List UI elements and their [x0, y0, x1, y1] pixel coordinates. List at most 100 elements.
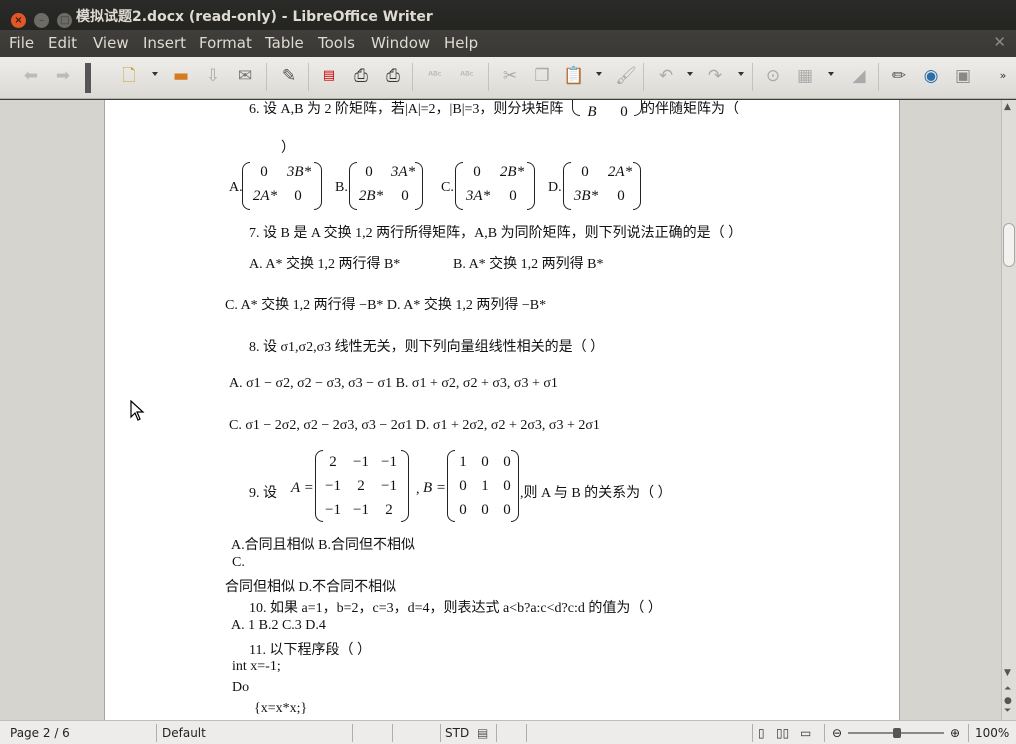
navigation-icon[interactable]: ●: [1004, 696, 1012, 706]
email-icon[interactable]: ✉: [234, 65, 256, 87]
close-document-icon[interactable]: ✕: [993, 33, 1006, 51]
q7-option-a: A. A* 交换 1,2 两行得 B*: [249, 257, 401, 272]
q9-tail: ,则 A 与 B 的关系为（ ）: [520, 486, 672, 501]
paste-dropdown-icon[interactable]: [596, 72, 602, 76]
q7-option-b: B. A* 交换 1,2 两列得 B*: [453, 257, 604, 272]
open-folder-icon[interactable]: ▬: [170, 65, 192, 87]
export-pdf-icon[interactable]: ▤: [318, 65, 340, 87]
zoom-in-icon[interactable]: ⊕: [950, 726, 960, 740]
copy-icon[interactable]: ❐: [531, 65, 553, 87]
q7-options-cd: C. A* 交换 1,2 两行得 −B* D. A* 交换 1,2 两列得 −B…: [225, 298, 547, 313]
q8-text: 8. 设 σ1,σ2,σ3 线性无关，则下列向量组线性相关的是（ ）: [249, 340, 605, 355]
document-page[interactable]: 6. 设 A,B 为 2 阶矩阵，若|A|=2，|B|=3，则分块矩阵 B 0 …: [104, 100, 900, 720]
q9-options-ab: A.合同且相似 B.合同但不相似: [231, 538, 415, 553]
code-line-1: int x=-1;: [232, 659, 281, 674]
print-icon[interactable]: ⎙: [350, 65, 372, 87]
q6-option-a-label: A.: [229, 180, 243, 195]
undo-dropdown-icon[interactable]: [687, 72, 693, 76]
q8-options-ab: A. σ1 − σ2, σ2 − σ3, σ3 − σ1 B. σ1 + σ2,…: [229, 376, 558, 391]
minimize-window-button[interactable]: –: [34, 13, 50, 28]
q9-matrix-b: 1 0 0 0 1 0 0 0 0: [447, 450, 519, 522]
q7-text: 7. 设 B 是 A 交换 1,2 两行所得矩阵，A,B 为同阶矩阵，则下列说法…: [249, 226, 743, 241]
cut-icon[interactable]: ✂: [499, 65, 521, 87]
previous-page-icon[interactable]: ⏶: [1004, 684, 1011, 694]
maximize-window-button[interactable]: □: [57, 13, 73, 28]
q9-a-symbol: A =: [291, 480, 314, 496]
redo-dropdown-icon[interactable]: [738, 72, 744, 76]
menu-format[interactable]: Format: [199, 34, 252, 52]
scrollbar-thumb[interactable]: [1003, 223, 1015, 267]
menu-insert[interactable]: Insert: [143, 34, 186, 52]
code-line-2: Do: [232, 680, 250, 695]
redo-icon[interactable]: ↷: [704, 65, 726, 87]
autospellcheck-icon[interactable]: ᴬᴮᶜ: [456, 65, 478, 87]
table-icon[interactable]: ▦: [794, 65, 816, 87]
undo-icon[interactable]: ↶: [655, 65, 677, 87]
clone-format-icon[interactable]: 🖌: [615, 65, 637, 87]
zoom-slider-knob[interactable]: [893, 728, 901, 738]
q6-close-paren: ）: [281, 141, 295, 156]
q6-matrix-d: 0 2A* 3B* 0: [563, 162, 641, 210]
multi-page-view-icon[interactable]: ▯▯: [776, 726, 789, 740]
q6-option-b-label: B.: [335, 180, 348, 195]
q6-option-d-label: D.: [548, 180, 562, 195]
menu-window[interactable]: Window: [371, 34, 430, 52]
toolbar-overflow-icon[interactable]: »: [996, 65, 1010, 87]
standard-toolbar: ⬅ ➡ 🗋 ▬ ⇩ ✉ ✎ ▤ ⎙ ⎙ ᴬᴮᶜ ᴬᴮᶜ ✂ ❐ 📋 🖌 ↶ ↷ …: [0, 57, 1016, 99]
menu-file[interactable]: File: [9, 34, 34, 52]
menu-view[interactable]: View: [93, 34, 129, 52]
zoom-level[interactable]: 100%: [975, 726, 1009, 740]
zoom-out-icon[interactable]: ⊖: [832, 726, 842, 740]
next-page-icon[interactable]: ⏷: [1004, 706, 1011, 716]
navigator-icon[interactable]: ◉: [920, 65, 942, 87]
q6-tail: 的伴随矩阵为（: [641, 102, 739, 117]
q9-comma: ,: [416, 482, 420, 497]
paste-icon[interactable]: 📋: [563, 65, 585, 87]
menu-edit[interactable]: Edit: [48, 34, 77, 52]
single-page-view-icon[interactable]: ▯: [758, 726, 765, 740]
title-bar: × – □ 模拟试题2.docx (read-only) - LibreOffi…: [0, 0, 1016, 30]
scroll-down-arrow-icon[interactable]: ▼: [1004, 668, 1011, 678]
menu-tools[interactable]: Tools: [318, 34, 355, 52]
q6-block-matrix: B 0: [572, 100, 642, 126]
draw-functions-icon[interactable]: ✏: [888, 65, 910, 87]
q9-option-c-label: C.: [232, 555, 245, 570]
q9-options-cd: 合同但相似 D.不合同不相似: [225, 580, 397, 595]
selection-mode[interactable]: STD: [445, 726, 469, 740]
new-dropdown-icon[interactable]: [152, 72, 158, 76]
edit-file-icon[interactable]: ✎: [278, 65, 300, 87]
status-bar: Page 2 / 6 Default STD ▤ ▯ ▯▯ ▭ ⊖ ⊕ 100%: [0, 720, 1016, 744]
document-modified-icon: ▤: [477, 726, 489, 740]
gallery-icon[interactable]: ▣: [952, 65, 974, 87]
code-line-3: {x=x*x;}: [254, 701, 308, 716]
mouse-pointer-icon: [130, 400, 145, 421]
print-preview-icon[interactable]: ⎙: [382, 65, 404, 87]
chart-icon[interactable]: ◢: [848, 65, 870, 87]
back-arrow-icon[interactable]: ⬅: [20, 65, 42, 87]
window-title: 模拟试题2.docx (read-only) - LibreOffice Wri…: [76, 9, 433, 25]
q10-text: 10. 如果 a=1，b=2，c=3，d=4，则表达式 a<b?a:c<d?c:…: [249, 601, 662, 616]
q6-matrix-c: 0 2B* 3A* 0: [455, 162, 535, 210]
book-view-icon[interactable]: ▭: [800, 726, 811, 740]
scroll-up-arrow-icon[interactable]: ▲: [1004, 102, 1011, 112]
forward-arrow-icon[interactable]: ➡: [52, 65, 74, 87]
document-area[interactable]: 6. 设 A,B 为 2 阶矩阵，若|A|=2，|B|=3，则分块矩阵 B 0 …: [0, 100, 1001, 720]
q6-matrix-b: 0 3A* 2B* 0: [349, 162, 423, 210]
menu-help[interactable]: Help: [444, 34, 478, 52]
q9-b-symbol: B =: [423, 480, 447, 496]
q6-option-c-label: C.: [441, 180, 454, 195]
hyperlink-icon[interactable]: ⊙: [762, 65, 784, 87]
menu-bar: File Edit View Insert Format Table Tools…: [0, 30, 1016, 57]
close-window-button[interactable]: ×: [11, 13, 26, 28]
q10-options: A. 1 B.2 C.3 D.4: [231, 618, 326, 633]
table-dropdown-icon[interactable]: [828, 72, 834, 76]
spellcheck-icon[interactable]: ᴬᴮᶜ: [424, 65, 446, 87]
page-style[interactable]: Default: [162, 726, 206, 740]
new-document-icon[interactable]: 🗋: [118, 65, 140, 87]
save-icon[interactable]: ⇩: [202, 65, 224, 87]
menu-table[interactable]: Table: [265, 34, 304, 52]
vertical-scrollbar[interactable]: ▲ ▼ ⏶ ● ⏷: [1001, 100, 1016, 720]
q9-matrix-a: 2 −1 −1 −1 2 −1 −1 −1 2: [315, 450, 409, 522]
page-indicator[interactable]: Page 2 / 6: [10, 726, 70, 740]
q11-text: 11. 以下程序段（ ）: [249, 643, 371, 658]
